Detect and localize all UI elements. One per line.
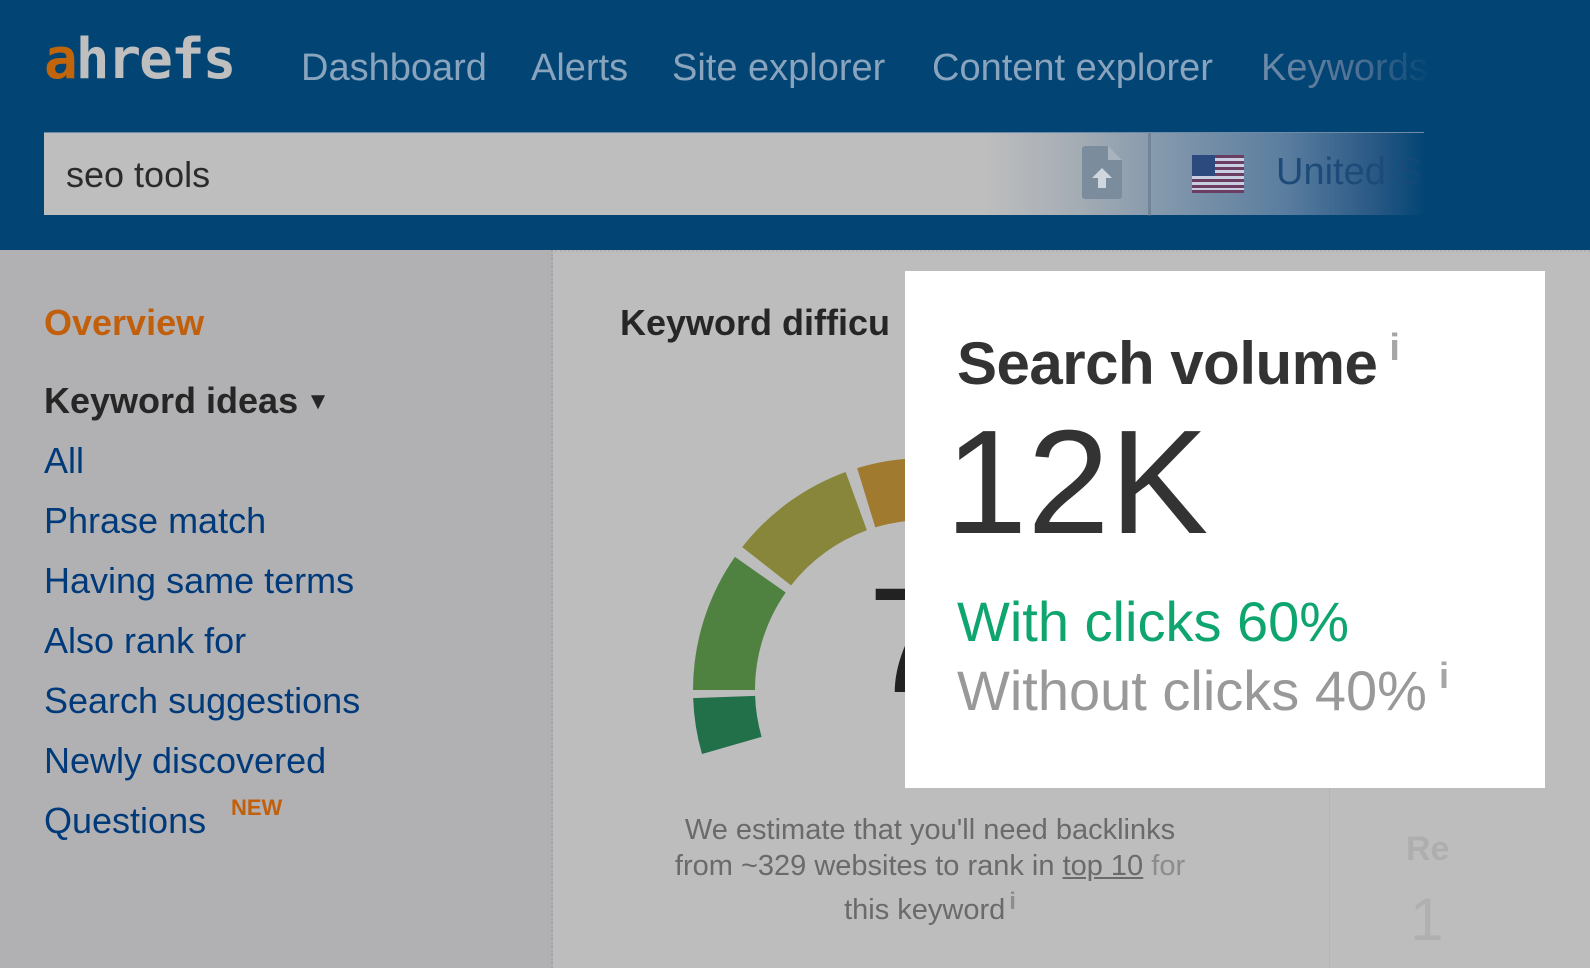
desc-line-3: this keyword i: [640, 884, 1220, 928]
without-clicks-label: Without clicks 40%: [957, 659, 1427, 722]
nav-dashboard[interactable]: Dashboard: [301, 44, 487, 92]
sidebar-item-all[interactable]: All: [44, 440, 84, 482]
desc-line-1: We estimate that you'll need backlinks: [684, 814, 1176, 846]
without-clicks-stat: Without clicks 40% i: [957, 655, 1449, 723]
sidebar: Overview Keyword ideas ▼ All Phrase match…: [0, 250, 553, 968]
sidebar-item-also-rank-for[interactable]: Also rank for: [44, 620, 246, 662]
search-volume-value: 12K: [945, 400, 1209, 565]
with-clicks-stat: With clicks 60%: [957, 590, 1350, 653]
desc-line-2: from ~329 websites to rank in top 10 for: [640, 848, 1220, 884]
search-bar: United S: [44, 132, 1424, 216]
us-flag-icon[interactable]: [1192, 155, 1244, 193]
right-panel-title: Re: [1406, 830, 1450, 868]
desc-text-for: for: [1143, 850, 1186, 882]
top-10-link[interactable]: top 10: [1063, 850, 1144, 882]
info-icon[interactable]: i: [1009, 888, 1016, 915]
nav-site-explorer[interactable]: Site explorer: [672, 44, 885, 92]
keyword-difficulty-description: We estimate that you'll need backlinks f…: [640, 812, 1220, 928]
caret-down-icon: ▼: [306, 388, 330, 415]
top-header: a hrefs Dashboard Alerts Site explorer Co…: [0, 0, 1590, 250]
desc-text: from ~329 websites to rank in: [674, 850, 1063, 882]
search-volume-label: Search volume: [957, 330, 1378, 397]
nav-content-explorer[interactable]: Content explorer: [932, 44, 1213, 92]
desc-text: this keyword: [844, 894, 1006, 926]
logo-accent-letter: a: [44, 27, 78, 92]
ahrefs-logo[interactable]: a hrefs: [44, 32, 236, 88]
sidebar-item-newly-discovered[interactable]: Newly discovered: [44, 740, 326, 782]
search-volume-title: Search volume i: [957, 327, 1400, 398]
sidebar-keyword-ideas-toggle[interactable]: Keyword ideas ▼: [44, 380, 330, 422]
right-panel-value: 1: [1410, 886, 1444, 953]
file-upload-icon[interactable]: [1082, 146, 1122, 199]
column-divider: [1329, 788, 1330, 968]
search-divider: [1148, 133, 1151, 216]
sidebar-item-search-suggestions[interactable]: Search suggestions: [44, 680, 360, 722]
keyword-search-input[interactable]: [66, 133, 966, 216]
logo-text: hrefs: [75, 27, 237, 92]
keyword-ideas-label: Keyword ideas: [44, 380, 299, 421]
sidebar-overview[interactable]: Overview: [44, 302, 204, 344]
info-icon[interactable]: i: [1439, 655, 1449, 696]
nav-keywords-explorer[interactable]: Keywords: [1261, 44, 1431, 92]
search-volume-card: Search volume i 12K With clicks 60% Witho…: [905, 271, 1545, 788]
sidebar-item-having-same-terms[interactable]: Having same terms: [44, 560, 354, 602]
nav-alerts[interactable]: Alerts: [531, 44, 628, 92]
keyword-difficulty-title: Keyword difficu: [620, 302, 891, 343]
new-badge: NEW: [231, 795, 283, 820]
info-icon[interactable]: i: [1389, 327, 1400, 369]
sidebar-item-phrase-match[interactable]: Phrase match: [44, 500, 266, 542]
sidebar-item-questions[interactable]: Questions: [44, 800, 206, 842]
country-selector[interactable]: United S: [1276, 151, 1436, 194]
